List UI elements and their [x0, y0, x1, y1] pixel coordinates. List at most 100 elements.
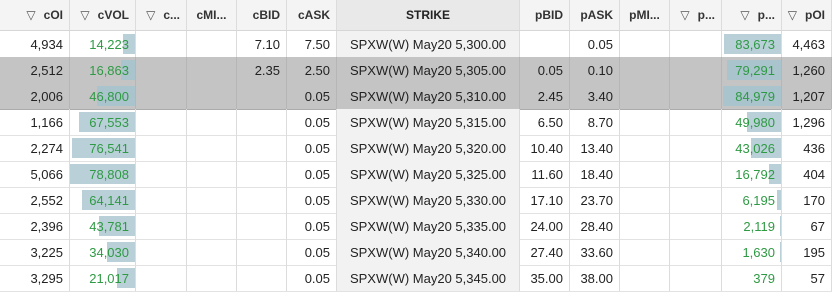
col-cvol-cell[interactable]: 34,030	[70, 239, 136, 265]
col-pmid-cell[interactable]	[620, 239, 670, 265]
col-p-extra-header[interactable]: ▽ p...	[670, 0, 722, 30]
col-strike-cell[interactable]: SPXW(W) May20 5,320.00	[337, 135, 520, 161]
col-c-extra-cell[interactable]	[136, 187, 187, 213]
col-cbid-cell[interactable]	[237, 239, 287, 265]
col-pmid-cell[interactable]	[620, 161, 670, 187]
table-row[interactable]: 2,006 46,800 0.05 SPXW(W) May20 5,310.00 2.4…	[0, 83, 832, 110]
col-cmid-header[interactable]: cMI...	[187, 0, 237, 30]
col-p-extra-cell[interactable]	[670, 239, 722, 265]
col-pmid-cell[interactable]	[620, 265, 670, 291]
col-c-extra-cell[interactable]	[136, 31, 187, 57]
col-cbid-cell[interactable]	[237, 213, 287, 239]
col-cbid-cell[interactable]: 2.35	[237, 57, 287, 83]
col-cmid-cell[interactable]	[187, 239, 237, 265]
col-coi-cell[interactable]: 2,512	[0, 57, 70, 83]
col-pvol-cell[interactable]: 379	[722, 265, 782, 291]
col-coi-cell[interactable]: 3,225	[0, 239, 70, 265]
col-pvol-cell[interactable]: 6,195	[722, 187, 782, 213]
col-pvol-cell[interactable]: 79,291	[722, 57, 782, 83]
col-cbid-cell[interactable]	[237, 109, 287, 135]
table-row[interactable]: 2,512 16,863 2.35 2.50 SPXW(W) May20 5,305.0…	[0, 57, 832, 84]
col-cvol-cell[interactable]: 16,863	[70, 57, 136, 83]
col-coi-cell[interactable]: 2,006	[0, 83, 70, 109]
col-cbid-cell[interactable]	[237, 135, 287, 161]
col-poi-cell[interactable]: 170	[782, 187, 832, 213]
col-p-extra-cell[interactable]	[670, 83, 722, 109]
filter-icon[interactable]: ▽	[740, 8, 749, 22]
col-coi-cell[interactable]: 2,274	[0, 135, 70, 161]
col-pvol-cell[interactable]: 49,980	[722, 109, 782, 135]
filter-icon[interactable]: ▽	[26, 8, 35, 22]
col-p-extra-cell[interactable]	[670, 265, 722, 291]
col-coi-cell[interactable]: 4,934	[0, 31, 70, 57]
col-cmid-cell[interactable]	[187, 135, 237, 161]
col-cask-cell[interactable]: 7.50	[287, 31, 337, 57]
table-row[interactable]: 2,552 64,141 0.05 SPXW(W) May20 5,330.00 17.…	[0, 187, 832, 214]
col-pbid-header[interactable]: pBID	[520, 0, 570, 30]
filter-icon[interactable]: ▽	[146, 8, 155, 22]
col-cask-cell[interactable]: 0.05	[287, 83, 337, 109]
col-cask-cell[interactable]: 2.50	[287, 57, 337, 83]
col-strike-cell[interactable]: SPXW(W) May20 5,305.00	[337, 57, 520, 83]
col-poi-cell[interactable]: 436	[782, 135, 832, 161]
col-cvol-header[interactable]: ▽ cVOL	[70, 0, 136, 30]
col-p-extra-cell[interactable]	[670, 187, 722, 213]
col-pask-cell[interactable]: 0.05	[570, 31, 620, 57]
col-strike-cell[interactable]: SPXW(W) May20 5,325.00	[337, 161, 520, 187]
col-pbid-cell[interactable]	[520, 31, 570, 57]
filter-icon[interactable]: ▽	[80, 8, 89, 22]
col-poi-cell[interactable]: 67	[782, 213, 832, 239]
col-strike-cell[interactable]: SPXW(W) May20 5,300.00	[337, 31, 520, 57]
col-strike-cell[interactable]: SPXW(W) May20 5,345.00	[337, 265, 520, 291]
col-poi-cell[interactable]: 4,463	[782, 31, 832, 57]
col-pmid-cell[interactable]	[620, 57, 670, 83]
col-cask-cell[interactable]: 0.05	[287, 161, 337, 187]
col-cbid-cell[interactable]: 7.10	[237, 31, 287, 57]
col-poi-cell[interactable]: 57	[782, 265, 832, 291]
table-row[interactable]: 5,066 78,808 0.05 SPXW(W) May20 5,325.00 11.…	[0, 161, 832, 188]
col-cask-header[interactable]: cASK	[287, 0, 337, 30]
col-pask-header[interactable]: pASK	[570, 0, 620, 30]
col-strike-cell[interactable]: SPXW(W) May20 5,330.00	[337, 187, 520, 213]
col-cask-cell[interactable]: 0.05	[287, 265, 337, 291]
col-pask-cell[interactable]: 3.40	[570, 83, 620, 109]
col-cvol-cell[interactable]: 46,800	[70, 83, 136, 109]
col-pmid-header[interactable]: pMI...	[620, 0, 670, 30]
col-pask-cell[interactable]: 38.00	[570, 265, 620, 291]
col-c-extra-cell[interactable]	[136, 57, 187, 83]
col-cbid-cell[interactable]	[237, 265, 287, 291]
col-pask-cell[interactable]: 23.70	[570, 187, 620, 213]
col-pvol-header[interactable]: ▽ p...	[722, 0, 782, 30]
col-cvol-cell[interactable]: 21,017	[70, 265, 136, 291]
col-pask-cell[interactable]: 28.40	[570, 213, 620, 239]
col-cask-cell[interactable]: 0.05	[287, 239, 337, 265]
col-coi-header[interactable]: ▽ cOI	[0, 0, 70, 30]
table-row[interactable]: 1,166 67,553 0.05 SPXW(W) May20 5,315.00 6.5…	[0, 109, 832, 136]
col-pmid-cell[interactable]	[620, 213, 670, 239]
col-c-extra-cell[interactable]	[136, 109, 187, 135]
col-cmid-cell[interactable]	[187, 83, 237, 109]
col-cmid-cell[interactable]	[187, 31, 237, 57]
col-pask-cell[interactable]: 0.10	[570, 57, 620, 83]
col-c-extra-cell[interactable]	[136, 135, 187, 161]
col-cmid-cell[interactable]	[187, 265, 237, 291]
filter-icon[interactable]: ▽	[680, 8, 689, 22]
table-row[interactable]: 2,274 76,541 0.05 SPXW(W) May20 5,320.00 10.…	[0, 135, 832, 162]
col-cmid-cell[interactable]	[187, 213, 237, 239]
col-c-extra-cell[interactable]	[136, 161, 187, 187]
col-poi-header[interactable]: ▽ pOI	[782, 0, 832, 30]
col-coi-cell[interactable]: 5,066	[0, 161, 70, 187]
col-p-extra-cell[interactable]	[670, 213, 722, 239]
col-cbid-cell[interactable]	[237, 83, 287, 109]
col-pvol-cell[interactable]: 84,979	[722, 83, 782, 109]
col-p-extra-cell[interactable]	[670, 135, 722, 161]
col-cmid-cell[interactable]	[187, 187, 237, 213]
col-p-extra-cell[interactable]	[670, 57, 722, 83]
col-c-extra-cell[interactable]	[136, 213, 187, 239]
col-cmid-cell[interactable]	[187, 161, 237, 187]
col-pask-cell[interactable]: 33.60	[570, 239, 620, 265]
col-c-extra-header[interactable]: ▽ c...	[136, 0, 187, 30]
col-pmid-cell[interactable]	[620, 109, 670, 135]
col-p-extra-cell[interactable]	[670, 161, 722, 187]
col-cbid-cell[interactable]	[237, 187, 287, 213]
